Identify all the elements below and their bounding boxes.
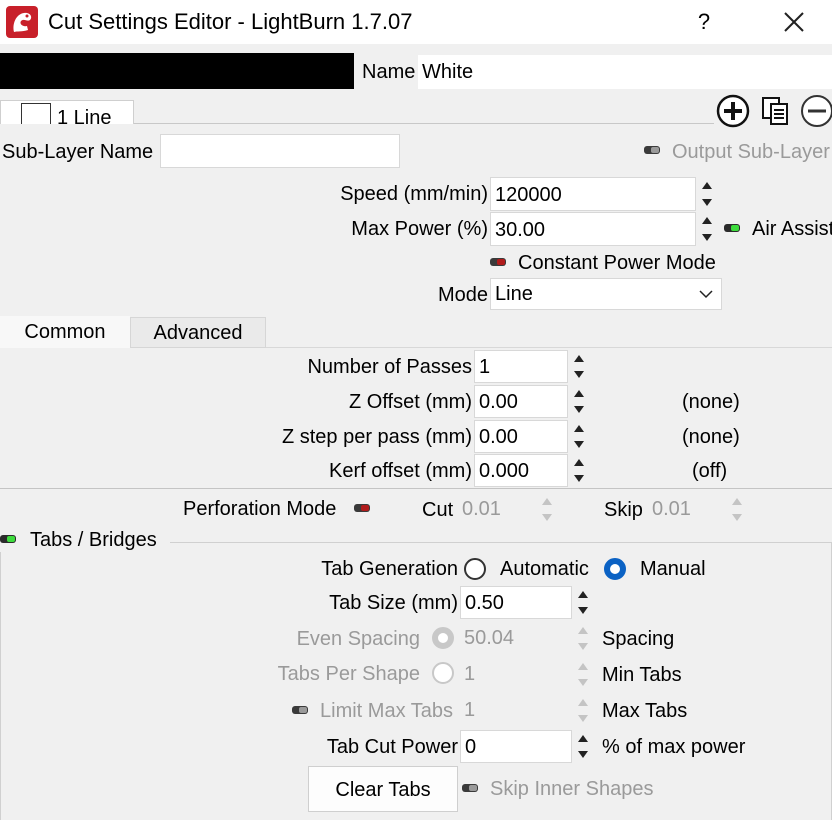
limit-max-tabs-spinner[interactable]: [572, 694, 594, 727]
tab-common[interactable]: Common: [0, 316, 130, 348]
z-step-input[interactable]: 0.00: [474, 420, 568, 453]
kerf-note: (off): [692, 460, 728, 482]
tabs-per-shape-label: Tabs Per Shape: [277, 663, 420, 685]
z-offset-spinner[interactable]: [568, 385, 590, 418]
tab-cut-power-input[interactable]: 0: [460, 730, 572, 763]
kerf-spinner[interactable]: [568, 454, 590, 487]
perforation-cut-input[interactable]: 0.01: [458, 494, 536, 525]
max-power-spinner[interactable]: [696, 212, 718, 246]
spacing-unit-label: Spacing: [602, 628, 675, 650]
limit-max-tabs-input[interactable]: 1: [460, 694, 572, 727]
z-step-label: Z step per pass (mm): [281, 426, 472, 448]
passes-label: Number of Passes: [307, 356, 472, 378]
plus-circle-icon: [716, 94, 750, 128]
minus-circle-icon: [801, 95, 832, 127]
kerf-input[interactable]: 0.000: [474, 454, 568, 487]
window-title: Cut Settings Editor - LightBurn 1.7.07: [48, 9, 413, 34]
add-sublayer-button[interactable]: [716, 94, 750, 128]
max-power-input[interactable]: 30.00: [490, 212, 696, 246]
even-spacing-spinner[interactable]: [572, 622, 594, 655]
tab-generation-manual-radio[interactable]: [604, 558, 626, 580]
tab-generation-automatic-radio[interactable]: [464, 558, 486, 580]
perforation-cut-spinner[interactable]: [536, 494, 558, 525]
tabs-per-shape-spinner[interactable]: [572, 658, 594, 691]
tabs-per-shape-input[interactable]: 1: [460, 658, 572, 691]
tab-generation-manual-label: Manual: [640, 558, 706, 580]
remove-sublayer-button[interactable]: [800, 94, 832, 128]
speed-input[interactable]: 120000: [490, 177, 696, 211]
constant-power-toggle[interactable]: [490, 258, 506, 266]
clear-tabs-button[interactable]: Clear Tabs: [308, 766, 458, 812]
skip-inner-shapes-toggle[interactable]: [462, 784, 478, 792]
mode-select[interactable]: Line: [490, 278, 722, 310]
tab-generation-automatic-label: Automatic: [500, 558, 589, 580]
chevron-down-icon: [699, 290, 713, 299]
close-button[interactable]: [772, 4, 816, 40]
layer-tab-label: 1 Line: [57, 107, 112, 124]
sublayer-name-input[interactable]: [160, 134, 400, 168]
name-input[interactable]: White: [418, 55, 832, 89]
air-assist-toggle[interactable]: [724, 224, 740, 232]
divider: [134, 123, 714, 124]
output-sublayer-label: Output Sub-Layer: [672, 141, 830, 163]
limit-max-tabs-label: Limit Max Tabs: [320, 700, 454, 722]
perforation-label: Perforation Mode: [183, 498, 337, 520]
perforation-toggle[interactable]: [354, 504, 370, 512]
tab-cut-power-unit-label: % of max power: [602, 736, 746, 758]
perforation-cut-label: Cut: [422, 499, 454, 521]
output-sublayer-toggle[interactable]: [644, 146, 660, 154]
layer-tab[interactable]: 1 Line: [0, 100, 134, 124]
sublayer-name-label: Sub-Layer Name: [2, 141, 154, 163]
mode-label: Mode: [437, 284, 488, 306]
lightburn-logo-icon: [6, 6, 38, 38]
tab-size-spinner[interactable]: [572, 586, 594, 619]
z-step-note: (none): [682, 426, 740, 448]
limit-max-tabs-toggle[interactable]: [292, 706, 308, 714]
perforation-skip-spinner[interactable]: [726, 494, 748, 525]
tab-cut-power-spinner[interactable]: [572, 730, 594, 763]
speed-label: Speed (mm/min): [340, 183, 488, 205]
name-label: Name: [362, 61, 416, 83]
passes-spinner[interactable]: [568, 350, 590, 383]
even-spacing-radio[interactable]: [432, 627, 454, 649]
tab-size-input[interactable]: 0.50: [460, 586, 572, 619]
perforation-skip-label: Skip: [604, 499, 643, 521]
section-divider: [0, 488, 832, 489]
skip-inner-shapes-label: Skip Inner Shapes: [490, 778, 654, 800]
tab-generation-label: Tab Generation: [321, 558, 458, 580]
kerf-label: Kerf offset (mm): [329, 460, 472, 482]
tab-advanced[interactable]: Advanced: [130, 317, 266, 348]
mode-select-value: Line: [495, 283, 533, 305]
speed-spinner[interactable]: [696, 177, 718, 211]
layer-color-swatch[interactable]: [0, 53, 354, 89]
close-icon: [784, 12, 804, 32]
even-spacing-label: Even Spacing: [296, 628, 420, 650]
layer-tab-checkbox[interactable]: [21, 103, 51, 124]
z-step-spinner[interactable]: [568, 420, 590, 453]
tab-cut-power-label: Tab Cut Power: [326, 736, 458, 758]
z-offset-note: (none): [682, 391, 740, 413]
tabs-bridges-toggle[interactable]: [0, 535, 16, 543]
z-offset-label: Z Offset (mm): [349, 391, 472, 413]
z-offset-input[interactable]: 0.00: [474, 385, 568, 418]
min-tabs-unit-label: Min Tabs: [602, 664, 682, 686]
constant-power-label: Constant Power Mode: [518, 252, 716, 274]
copy-sublayer-button[interactable]: [758, 94, 792, 128]
tabs-bridges-label: Tabs / Bridges: [30, 529, 157, 551]
tabs-per-shape-radio[interactable]: [432, 662, 454, 684]
tab-size-label: Tab Size (mm): [329, 592, 458, 614]
air-assist-label: Air Assist: [752, 218, 832, 240]
max-power-label: Max Power (%): [351, 218, 488, 240]
tab-divider: [266, 347, 832, 348]
perforation-skip-input[interactable]: 0.01: [648, 494, 726, 525]
even-spacing-input[interactable]: 50.04: [460, 622, 572, 655]
max-tabs-unit-label: Max Tabs: [602, 700, 688, 722]
copy-icon: [762, 97, 788, 125]
passes-input[interactable]: 1: [474, 350, 568, 383]
help-button[interactable]: ?: [688, 6, 720, 38]
